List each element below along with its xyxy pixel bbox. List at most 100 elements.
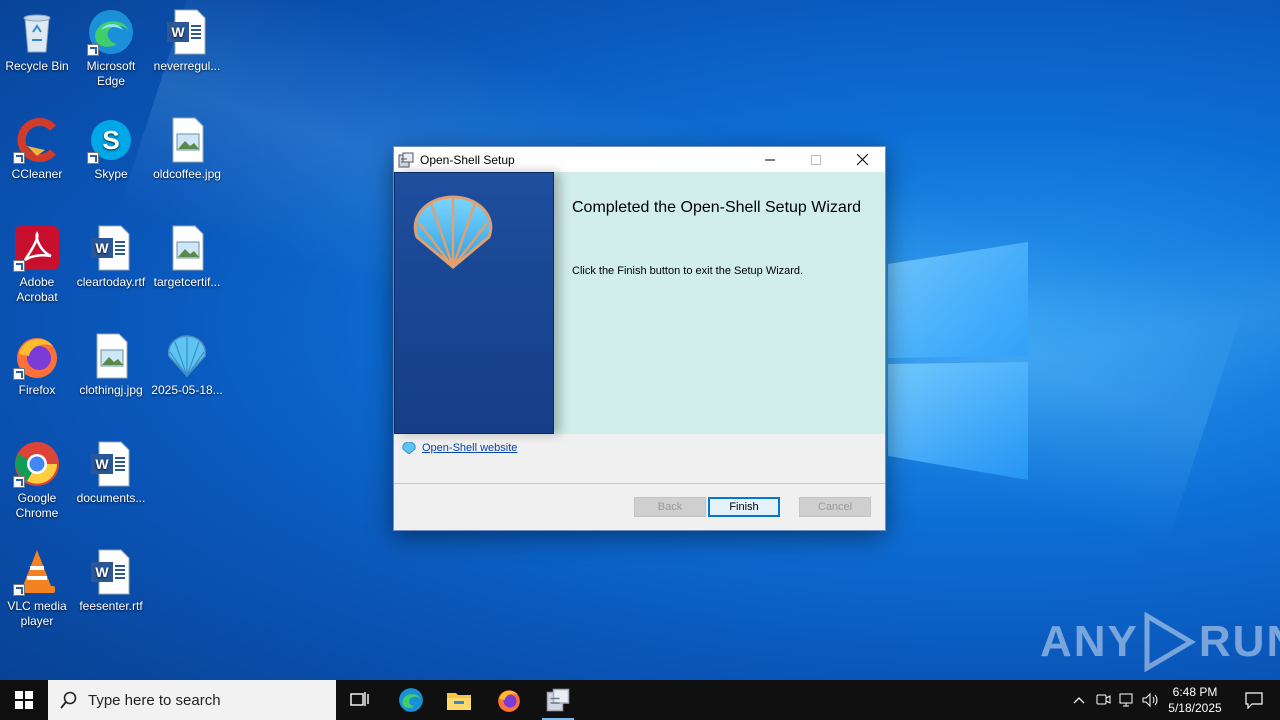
svg-text:S: S xyxy=(102,125,119,155)
setup-app-icon xyxy=(398,152,414,167)
start-button[interactable] xyxy=(0,680,48,720)
dialog-title: Open-Shell Setup xyxy=(420,152,515,167)
desktop-icon-google-chrome[interactable]: Google Chrome xyxy=(0,440,74,521)
tray-meet-now[interactable] xyxy=(1092,680,1114,720)
desktop-icon-documents[interactable]: W documents... xyxy=(74,440,148,506)
desktop-icon-label: Firefox xyxy=(18,383,56,397)
desktop-icon-microsoft-edge[interactable]: Microsoft Edge xyxy=(74,8,148,89)
shortcut-arrow-icon xyxy=(13,368,25,380)
chrome-icon xyxy=(13,440,61,488)
open-shell-icon xyxy=(163,332,211,380)
tray-volume[interactable] xyxy=(1140,680,1162,720)
desktop-icon-label: CCleaner xyxy=(11,167,63,181)
desktop-icon-recycle-bin[interactable]: Recycle Bin xyxy=(0,8,74,74)
desktop-icon-feesenter[interactable]: W feesenter.rtf xyxy=(74,548,148,614)
dialog-separator xyxy=(394,483,885,484)
windows-logo-wallpaper xyxy=(888,242,1028,480)
maximize-icon xyxy=(811,154,821,165)
edge-icon xyxy=(87,8,135,56)
desktop-icon-adobe-acrobat[interactable]: Adobe Acrobat xyxy=(0,224,74,305)
tray-overflow-button[interactable] xyxy=(1068,680,1090,720)
desktop-icon-label: cleartoday.rtf xyxy=(76,275,146,289)
file-explorer-icon xyxy=(447,693,471,710)
desktop-icon-label: Microsoft Edge xyxy=(86,59,136,88)
open-shell-setup-dialog[interactable]: Open-Shell Setup Completed the Open-Shel… xyxy=(393,146,886,531)
search-input[interactable] xyxy=(88,691,308,709)
image-file-icon xyxy=(163,116,211,164)
desktop-icon-skype[interactable]: S Skype xyxy=(74,116,148,182)
meet-now-icon xyxy=(1096,694,1111,705)
firefox-icon xyxy=(498,690,520,712)
desktop-icon-firefox[interactable]: Firefox xyxy=(0,332,74,398)
shortcut-arrow-icon xyxy=(87,152,99,164)
desktop-icon-neverregul[interactable]: W neverregul... xyxy=(150,8,224,74)
wizard-banner: Completed the Open-Shell Setup Wizard Cl… xyxy=(394,172,885,434)
desktop-icon-ccleaner[interactable]: CCleaner xyxy=(0,116,74,182)
task-view-button[interactable] xyxy=(336,680,384,720)
recycle-bin-icon xyxy=(13,8,61,56)
desktop-icon-targetcertif[interactable]: targetcertif... xyxy=(150,224,224,290)
task-view-icon xyxy=(350,692,369,706)
back-button: Back xyxy=(634,497,706,517)
open-shell-setup-icon xyxy=(546,688,570,712)
taskbar-firefox[interactable] xyxy=(485,680,533,720)
volume-icon xyxy=(1142,692,1158,708)
shortcut-arrow-icon xyxy=(87,44,99,56)
vlc-icon xyxy=(13,548,61,596)
desktop-icon-label: Adobe Acrobat xyxy=(16,275,58,304)
ccleaner-icon xyxy=(13,116,61,164)
chevron-up-icon xyxy=(1073,697,1085,704)
word-document-icon: W xyxy=(163,8,211,56)
desktop-icon-label: documents... xyxy=(76,491,146,505)
watermark-text-left: ANY xyxy=(1040,617,1139,666)
open-shell-small-icon xyxy=(402,442,416,454)
taskbar-clock[interactable]: 6:48 PM 5/18/2025 xyxy=(1162,684,1228,716)
desktop-icon-clothingj[interactable]: clothingj.jpg xyxy=(74,332,148,398)
desktop-icon-label: feesenter.rtf xyxy=(79,599,143,613)
acrobat-icon xyxy=(13,224,61,272)
anyrun-watermark: ANY RUN xyxy=(1040,612,1280,672)
open-shell-website-link[interactable]: Open-Shell website xyxy=(422,442,517,454)
windows-start-icon xyxy=(15,691,33,709)
desktop-icon-vlc[interactable]: VLC media player xyxy=(0,548,74,629)
close-button[interactable] xyxy=(839,147,885,172)
taskbar-file-explorer[interactable] xyxy=(435,680,483,720)
wizard-message: Click the Finish button to exit the Setu… xyxy=(572,265,804,277)
desktop-icon-cleartoday[interactable]: W cleartoday.rtf xyxy=(74,224,148,290)
desktop-icon-oldcoffee[interactable]: oldcoffee.jpg xyxy=(150,116,224,182)
desktop-icon-label: Google Chrome xyxy=(15,491,59,520)
search-icon xyxy=(60,691,77,709)
shortcut-arrow-icon xyxy=(13,260,25,272)
shortcut-arrow-icon xyxy=(13,152,25,164)
taskbar-edge[interactable] xyxy=(387,680,435,720)
desktop-icon-label: 2025-05-18... xyxy=(151,383,223,397)
desktop-icon-label: clothingj.jpg xyxy=(79,383,143,397)
svg-text:W: W xyxy=(95,564,109,580)
clock-time: 6:48 PM xyxy=(1172,685,1218,699)
image-file-icon xyxy=(87,332,135,380)
desktop-icon-label: targetcertif... xyxy=(153,275,221,289)
svg-text:W: W xyxy=(95,240,109,256)
minimize-icon xyxy=(765,159,775,160)
desktop-icon-label: Skype xyxy=(94,167,128,181)
finish-button[interactable]: Finish xyxy=(708,497,780,517)
taskbar-open-shell-setup[interactable] xyxy=(534,680,582,720)
clock-date: 5/18/2025 xyxy=(1168,701,1222,715)
tray-network[interactable] xyxy=(1116,680,1138,720)
minimize-button[interactable] xyxy=(747,147,793,172)
desktop-icon-2025-05-18[interactable]: 2025-05-18... xyxy=(150,332,224,398)
maximize-button xyxy=(793,147,839,172)
image-file-icon xyxy=(163,224,211,272)
watermark-text-right: RUN xyxy=(1198,617,1280,666)
wizard-side-panel xyxy=(394,172,554,434)
desktop-icon-label: VLC media player xyxy=(7,599,67,628)
edge-icon xyxy=(399,688,423,712)
taskbar-search-box[interactable] xyxy=(48,680,336,720)
close-icon xyxy=(856,154,868,165)
shortcut-arrow-icon xyxy=(13,584,25,596)
dialog-titlebar[interactable]: Open-Shell Setup xyxy=(394,147,885,172)
svg-text:W: W xyxy=(95,456,109,472)
play-logo-icon xyxy=(1144,612,1196,672)
network-icon xyxy=(1119,693,1133,707)
action-center-button[interactable] xyxy=(1234,680,1274,720)
